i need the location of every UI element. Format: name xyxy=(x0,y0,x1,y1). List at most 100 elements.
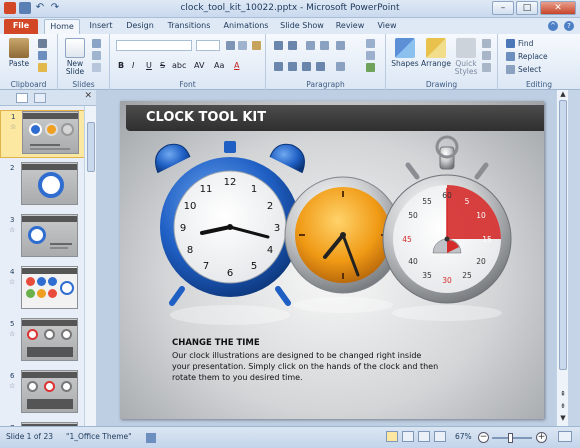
fit-to-window-icon[interactable] xyxy=(558,431,572,442)
character-spacing-button[interactable]: AV xyxy=(194,61,204,70)
layout-icon[interactable] xyxy=(92,39,101,48)
status-bar: Slide 1 of 23 "1_Office Theme" 67% − + xyxy=(0,426,580,448)
format-painter-icon[interactable] xyxy=(38,63,47,72)
stopwatch-icon[interactable]: 60 5 10 15 20 25 30 35 40 45 50 55 xyxy=(382,135,512,304)
select-button[interactable]: Select xyxy=(518,65,541,74)
align-left-icon[interactable] xyxy=(274,62,283,71)
slide-scroll-thumb[interactable] xyxy=(559,100,567,370)
quick-styles-button[interactable]: Quick Styles xyxy=(452,38,480,76)
decrease-indent-icon[interactable] xyxy=(306,41,315,50)
zoom-in-button[interactable]: + xyxy=(536,432,547,443)
numbering-icon[interactable] xyxy=(288,41,297,50)
alarm-clock-icon[interactable]: 1212 345 678 91011 xyxy=(155,141,305,306)
svg-text:5: 5 xyxy=(465,197,470,206)
text-direction-icon[interactable] xyxy=(366,39,375,48)
tab-transitions[interactable]: Transitions xyxy=(164,19,214,34)
cut-icon[interactable] xyxy=(38,39,47,48)
align-right-icon[interactable] xyxy=(302,62,311,71)
scroll-down-icon[interactable]: ▼ xyxy=(558,414,568,422)
new-slide-button[interactable]: New Slide xyxy=(62,38,88,76)
help-icon[interactable]: ? xyxy=(564,21,574,31)
paste-button[interactable]: Paste xyxy=(6,38,32,68)
arrange-button[interactable]: Arrange xyxy=(420,38,452,68)
increase-indent-icon[interactable] xyxy=(320,41,329,50)
reset-icon[interactable] xyxy=(92,51,101,60)
zoom-out-button[interactable]: − xyxy=(478,432,489,443)
shapes-button[interactable]: Shapes xyxy=(390,38,420,68)
font-group-label: Font xyxy=(179,80,196,89)
thumbnails-scrollbar[interactable] xyxy=(84,106,96,426)
shape-fill-icon[interactable] xyxy=(482,39,491,48)
tab-review[interactable]: Review xyxy=(332,19,368,34)
title-bar: ↶ ↷ clock_tool_kit_10022.pptx - Microsof… xyxy=(0,0,580,18)
text-shadow-button[interactable]: abc xyxy=(172,61,186,70)
zoom-slider-thumb[interactable] xyxy=(508,433,513,443)
close-button[interactable]: ✕ xyxy=(540,1,576,15)
minimize-button[interactable]: – xyxy=(492,1,514,15)
slides-pane: ✕ 1 ☆ 2 3 ☆ 4 ☆ 5 ☆ 6 ☆ xyxy=(0,90,96,428)
theme-name[interactable]: "1_Office Theme" xyxy=(66,432,132,441)
bold-button[interactable]: B xyxy=(118,61,124,70)
tab-design[interactable]: Design xyxy=(122,19,158,34)
ribbon-minimize-icon[interactable]: ^ xyxy=(548,21,558,31)
next-slide-icon[interactable]: ⇟ xyxy=(558,402,568,410)
tab-animations[interactable]: Animations xyxy=(220,19,272,34)
zoom-level[interactable]: 67% xyxy=(455,432,472,441)
tab-file[interactable]: File xyxy=(4,19,38,34)
columns-icon[interactable] xyxy=(336,62,345,71)
outline-tab[interactable] xyxy=(34,93,46,103)
thumbnails-scroll-thumb[interactable] xyxy=(87,122,95,172)
slide-thumbnail[interactable]: 6 ☆ xyxy=(0,370,86,418)
slides-group-label: Slides xyxy=(72,80,95,89)
line-spacing-icon[interactable] xyxy=(336,41,345,50)
align-text-icon[interactable] xyxy=(366,51,375,60)
slides-tab[interactable] xyxy=(16,93,28,103)
normal-view-icon[interactable] xyxy=(386,431,398,442)
animation-star-icon: ☆ xyxy=(10,123,17,131)
smartart-icon[interactable] xyxy=(366,63,375,72)
tab-slide-show[interactable]: Slide Show xyxy=(278,19,326,34)
shape-outline-icon[interactable] xyxy=(482,51,491,60)
italic-button[interactable]: I xyxy=(132,61,134,70)
copy-icon[interactable] xyxy=(38,51,47,60)
grow-font-icon[interactable] xyxy=(226,41,235,50)
slide-thumbnail[interactable]: 3 ☆ xyxy=(0,214,86,262)
font-size-dropdown[interactable] xyxy=(196,40,220,51)
slide-sorter-icon[interactable] xyxy=(402,431,414,442)
slide-thumbnail[interactable]: 5 ☆ xyxy=(0,318,86,366)
maximize-button[interactable]: □ xyxy=(516,1,538,15)
tab-view[interactable]: View xyxy=(372,19,402,34)
shape-effects-icon[interactable] xyxy=(482,63,491,72)
justify-icon[interactable] xyxy=(316,62,325,71)
shrink-font-icon[interactable] xyxy=(238,41,247,50)
tab-insert[interactable]: Insert xyxy=(84,19,118,34)
select-icon xyxy=(506,65,515,74)
drawing-group-label: Drawing xyxy=(425,80,458,89)
bullets-icon[interactable] xyxy=(274,41,283,50)
reading-view-icon[interactable] xyxy=(418,431,430,442)
slide-thumbnail[interactable]: 1 ☆ xyxy=(0,110,86,158)
slide-canvas[interactable]: CLOCK TOOL KIT 12 1 2 3 4 5 6 7 8 9 10 1… xyxy=(120,101,544,419)
font-name-dropdown[interactable] xyxy=(116,40,192,51)
spelling-icon[interactable] xyxy=(146,433,156,443)
clear-formatting-icon[interactable] xyxy=(252,41,261,50)
scroll-up-icon[interactable]: ▲ xyxy=(558,90,568,98)
new-slide-label-2: Slide xyxy=(65,67,85,76)
align-center-icon[interactable] xyxy=(288,62,297,71)
change-case-button[interactable]: Aa xyxy=(214,61,224,70)
slide-show-icon[interactable] xyxy=(434,431,446,442)
find-button[interactable]: Find xyxy=(518,39,533,48)
slide-subheading[interactable]: CHANGE THE TIME xyxy=(172,338,260,348)
close-pane-icon[interactable]: ✕ xyxy=(84,91,92,101)
strikethrough-button[interactable]: S xyxy=(160,61,165,70)
underline-button[interactable]: U xyxy=(146,61,152,70)
tab-home[interactable]: Home xyxy=(44,19,80,34)
slide-thumbnail[interactable]: 2 xyxy=(0,162,86,210)
slide-thumbnail[interactable]: 4 ☆ xyxy=(0,266,86,314)
replace-button[interactable]: Replace xyxy=(518,52,548,61)
slide-body-text[interactable]: Our clock illustrations are designed to … xyxy=(172,350,440,383)
previous-slide-icon[interactable]: ⇞ xyxy=(558,390,568,398)
font-color-button[interactable]: A xyxy=(234,61,239,70)
section-icon[interactable] xyxy=(92,63,101,72)
slide-scrollbar[interactable]: ▲ ⇞ ⇟ ▼ xyxy=(556,90,568,426)
